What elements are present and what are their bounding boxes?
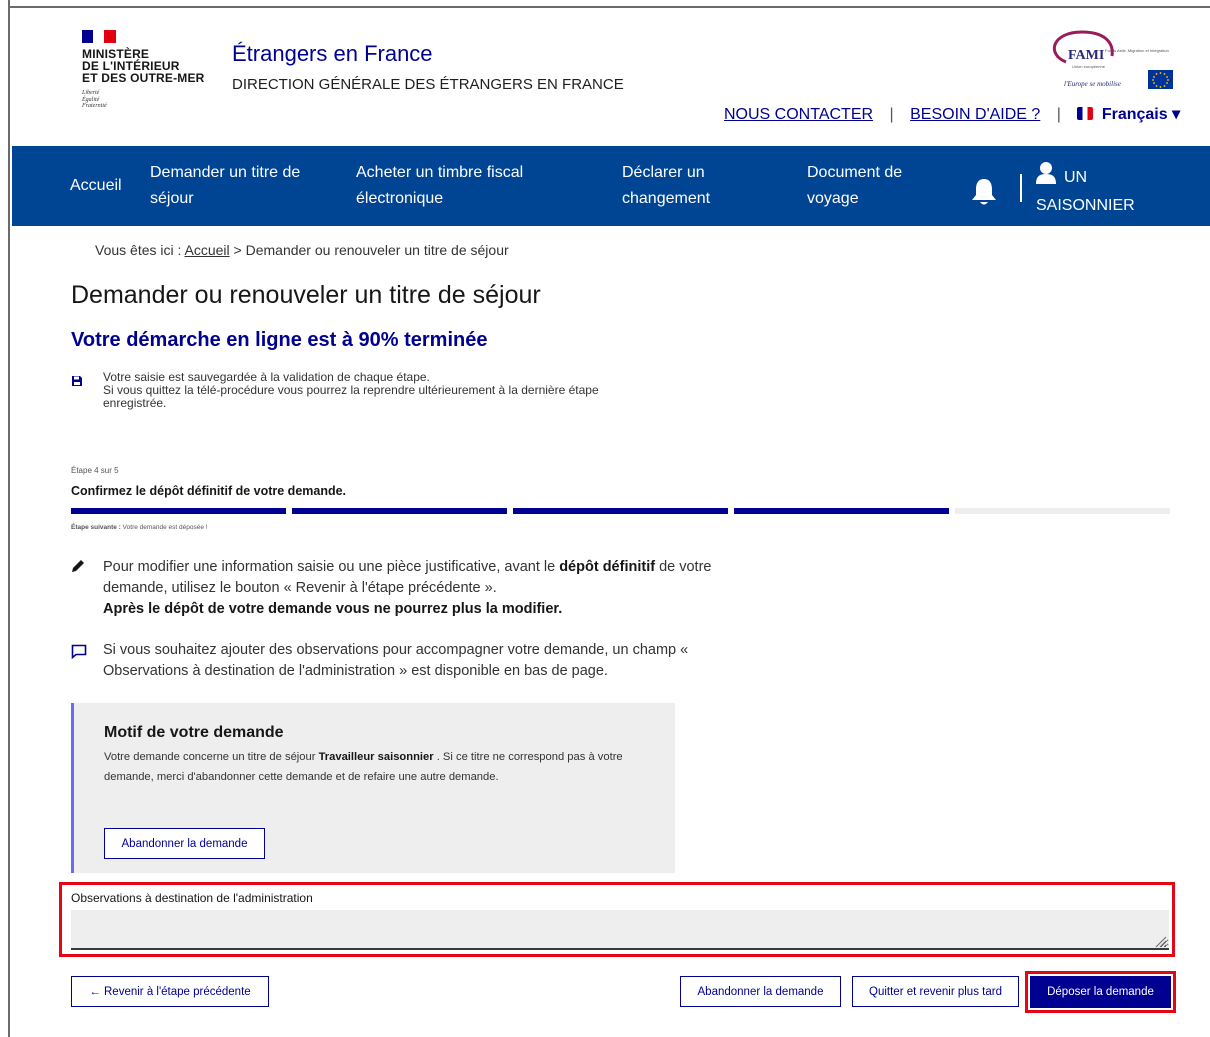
motif-text: Votre demande concerne un titre de séjou… [104, 751, 623, 783]
save-notice: Votre saisie est sauvegardée à la valida… [103, 370, 599, 410]
submit-request-button[interactable]: Déposer la demande [1030, 976, 1171, 1008]
step-segment [955, 508, 1170, 514]
quit-later-button[interactable]: Quitter et revenir plus tard [852, 976, 1019, 1007]
main-navigation: Accueil Demander un titre de séjour Achet… [12, 146, 1210, 226]
observations-label: Observations à destination de l'administ… [71, 891, 313, 905]
observations-textarea[interactable] [71, 910, 1169, 950]
comment-icon [71, 644, 87, 664]
fami-label: FAMI [1068, 48, 1104, 63]
republic-motto: Liberté Égalité Fraternité [82, 90, 107, 109]
contact-link[interactable]: NOUS CONTACTER [724, 106, 873, 123]
window-frame-top [0, 0, 1210, 8]
nav-item-timbre-fiscal[interactable]: Acheter un timbre fiscal électronique [356, 160, 523, 212]
previous-step-button[interactable]: ← Revenir à l'étape précédente [71, 976, 269, 1007]
abandon-button-callout[interactable]: Abandonner la demande [104, 828, 265, 859]
abandon-button[interactable]: Abandonner la demande [680, 976, 841, 1007]
breadcrumb-home-link[interactable]: Accueil [185, 242, 230, 258]
user-name-line2: SAISONNIER [1036, 197, 1135, 214]
link-separator: | [1056, 106, 1061, 123]
marianne-flag-icon [82, 30, 116, 43]
ministry-name: MINISTÈRE DE L'INTÉRIEUR ET DES OUTRE-ME… [82, 47, 205, 85]
step-segment [513, 508, 728, 514]
observations-instructions: Si vous souhaitez ajouter des observatio… [103, 642, 689, 679]
modify-instructions: Pour modifier une information saisie ou … [103, 559, 712, 617]
fami-logo: FAMI Fonds Asile, Migration et Intégrati… [1042, 26, 1177, 104]
nav-item-accueil[interactable]: Accueil [70, 173, 122, 199]
user-icon [1036, 162, 1056, 193]
window-frame-left [0, 0, 10, 1037]
nav-separator [1020, 174, 1022, 202]
nav-item-document-voyage[interactable]: Document de voyage [807, 160, 902, 212]
stepper-bar [71, 508, 1170, 514]
site-title[interactable]: Étrangers en France [232, 41, 433, 67]
user-menu[interactable]: UN SAISONNIER [1036, 162, 1135, 219]
breadcrumb: Vous êtes ici : Accueil > Demander ou re… [95, 242, 509, 258]
motif-callout: Motif de votre demande Votre demande con… [71, 703, 675, 873]
french-flag-icon [1077, 107, 1094, 120]
eu-label: Union européenne [1072, 64, 1106, 69]
help-link[interactable]: BESOIN D'AIDE ? [910, 106, 1040, 123]
user-name-line1: UN [1064, 169, 1088, 186]
language-selector[interactable]: Français ▾ [1077, 106, 1180, 123]
floppy-disk-icon [71, 374, 83, 392]
fami-tagline: Fonds Asile, Migration et Intégration [1105, 48, 1169, 53]
motif-title: Motif de votre demande [104, 724, 284, 741]
page: MINISTÈRE DE L'INTÉRIEUR ET DES OUTRE-ME… [12, 8, 1210, 1037]
language-label: Français ▾ [1101, 106, 1181, 123]
step-segment [734, 508, 949, 514]
step-title: Confirmez le dépôt définitif de votre de… [71, 484, 347, 498]
progress-title: Votre démarche en ligne est à 90% termin… [71, 329, 488, 351]
site-subtitle: DIRECTION GÉNÉRALE DES ÉTRANGERS EN FRAN… [232, 76, 624, 93]
link-separator: | [889, 106, 894, 123]
step-segment [292, 508, 507, 514]
pencil-icon [71, 559, 85, 578]
page-title: Demander ou renouveler un titre de séjou… [71, 281, 541, 309]
nav-item-declarer-changement[interactable]: Déclarer un changement [622, 160, 710, 212]
resize-grip-icon[interactable] [1155, 935, 1167, 953]
bell-icon[interactable] [970, 177, 998, 212]
step-segment [71, 508, 286, 514]
fami-motto: l'Europe se mobilise [1064, 80, 1121, 88]
header-links: NOUS CONTACTER | BESOIN D'AIDE ? | Franç… [724, 104, 1180, 124]
nav-item-demander-titre[interactable]: Demander un titre de séjour [150, 160, 300, 212]
step-counter: Étape 4 sur 5 [71, 466, 119, 475]
next-step-note: Étape suivante : Votre demande est dépos… [71, 524, 208, 531]
